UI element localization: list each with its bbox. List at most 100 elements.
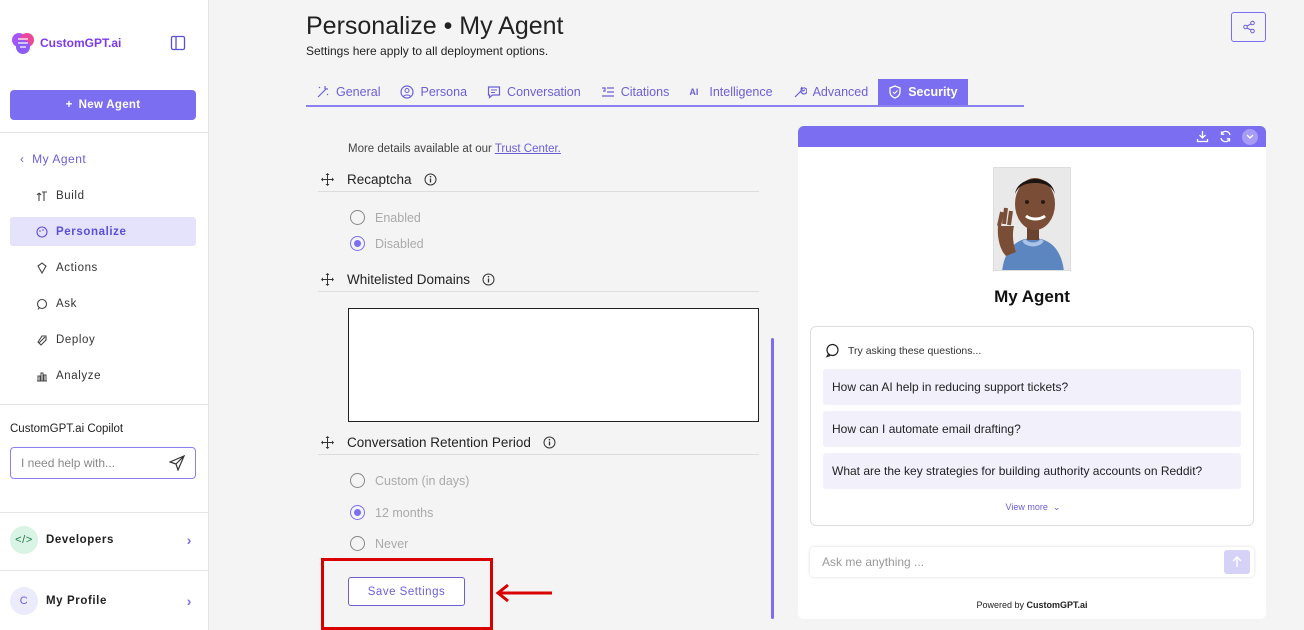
tab-advanced[interactable]: Advanced <box>783 79 879 105</box>
sidebar-item-ask[interactable]: Ask <box>10 289 196 318</box>
build-icon <box>36 190 47 201</box>
powered-by: Powered by CustomGPT.ai <box>798 600 1266 610</box>
send-icon[interactable] <box>169 455 185 471</box>
sidebar-item-analyze[interactable]: Analyze <box>10 361 196 390</box>
copilot-title: CustomGPT.ai Copilot <box>10 423 124 435</box>
sidebar-item-build[interactable]: Build <box>10 181 196 210</box>
resize-handle[interactable] <box>771 338 774 619</box>
radio-button[interactable] <box>350 536 365 551</box>
chevron-down-icon: ⌄ <box>1050 502 1061 512</box>
brain-logo-icon <box>12 33 34 54</box>
page-subtitle: Settings here apply to all deployment op… <box>306 44 549 58</box>
drag-handle-icon[interactable] <box>320 435 335 450</box>
section-title: Conversation Retention Period <box>347 435 531 450</box>
refresh-icon[interactable] <box>1219 130 1232 143</box>
info-icon[interactable] <box>482 273 495 286</box>
drag-handle-icon[interactable] <box>320 272 335 287</box>
whitelisted-domains-textarea[interactable] <box>348 308 759 422</box>
retention-option-12-months[interactable]: 12 months <box>350 505 433 520</box>
copilot-input[interactable]: I need help with... <box>10 447 196 479</box>
drag-handle-icon[interactable] <box>320 172 335 187</box>
sidebar-item-label: Analyze <box>56 369 102 382</box>
sidebar-item-actions[interactable]: Actions <box>10 253 196 282</box>
tab-label: Citations <box>620 85 670 99</box>
new-agent-label: New Agent <box>78 99 141 111</box>
suggested-question[interactable]: What are the key strategies for building… <box>823 453 1241 489</box>
share-button[interactable] <box>1231 12 1266 42</box>
tab-security[interactable]: Security <box>878 79 968 105</box>
chart-icon <box>37 372 47 381</box>
suggested-questions: Try asking these questions... How can AI… <box>810 326 1254 526</box>
radio-button-selected[interactable] <box>350 236 365 251</box>
user-circle-icon <box>400 85 415 99</box>
ai-icon: AI <box>689 87 699 97</box>
radio-button[interactable] <box>350 210 365 225</box>
rocket-icon <box>37 334 47 346</box>
wrench-icon <box>794 86 807 98</box>
quote-icon <box>601 87 614 97</box>
chat-preview: My Agent Try asking these questions... H… <box>798 126 1266 619</box>
tab-persona[interactable]: Persona <box>390 79 477 105</box>
powered-prefix: Powered by <box>976 600 1027 610</box>
sidebar: CustomGPT.ai + New Agent ‹ My Agent Buil… <box>0 0 209 630</box>
retention-section-header: Conversation Retention Period <box>318 431 759 455</box>
sidebar-collapse-icon[interactable] <box>170 35 186 51</box>
section-title: Whitelisted Domains <box>347 272 471 287</box>
profile-label: My Profile <box>46 595 107 607</box>
tab-intelligence[interactable]: AI Intelligence <box>679 79 782 105</box>
message-icon <box>487 86 501 99</box>
wand-icon <box>317 86 329 98</box>
info-icon[interactable] <box>424 173 437 186</box>
recaptcha-option-disabled[interactable]: Disabled <box>350 236 424 251</box>
suggested-question[interactable]: How can AI help in reducing support tick… <box>823 369 1241 405</box>
download-icon[interactable] <box>1196 130 1209 143</box>
chevron-left-icon: ‹ <box>20 152 33 166</box>
tab-label: Advanced <box>812 85 869 99</box>
radio-button-selected[interactable] <box>350 505 365 520</box>
view-more-link[interactable]: View more ⌄ <box>811 502 1255 513</box>
powered-brand[interactable]: CustomGPT.ai <box>1027 600 1088 610</box>
arrow-left-icon <box>495 583 552 603</box>
avatar: C <box>10 587 38 615</box>
sidebar-item-deploy[interactable]: Deploy <box>10 325 196 354</box>
code-icon: </> <box>10 526 38 554</box>
brand-logo[interactable]: CustomGPT.ai <box>10 30 121 56</box>
chat-input-placeholder: Ask me anything ... <box>822 555 925 569</box>
tab-label: Intelligence <box>709 85 773 99</box>
tab-label: Security <box>908 85 958 99</box>
suggested-question[interactable]: How can I automate email drafting? <box>823 411 1241 447</box>
divider <box>0 132 208 133</box>
tab-conversation[interactable]: Conversation <box>477 79 591 105</box>
shield-icon <box>889 85 901 99</box>
chevron-down-icon[interactable] <box>1242 128 1258 145</box>
recaptcha-option-enabled[interactable]: Enabled <box>350 210 421 225</box>
retention-option-custom[interactable]: Custom (in days) <box>350 473 469 488</box>
actions-icon <box>37 261 47 274</box>
sidebar-item-label: Build <box>56 189 85 202</box>
chat-input[interactable]: Ask me anything ... <box>810 547 1254 577</box>
retention-option-never[interactable]: Never <box>350 536 408 551</box>
back-to-agent-link[interactable]: ‹ My Agent <box>20 152 86 166</box>
tab-citations[interactable]: Citations <box>591 79 680 105</box>
agent-avatar <box>993 167 1071 271</box>
chat-icon <box>36 298 48 310</box>
tab-label: Persona <box>420 85 468 99</box>
radio-button[interactable] <box>350 473 365 488</box>
arrow-up-icon <box>1232 556 1242 567</box>
page-title: Personalize • My Agent <box>306 12 564 40</box>
trust-center-link[interactable]: Trust Center. <box>495 143 561 155</box>
developers-label: Developers <box>46 534 115 546</box>
send-button[interactable] <box>1224 550 1250 574</box>
section-title: Recaptcha <box>347 172 412 187</box>
tab-label: Conversation <box>507 85 581 99</box>
sidebar-item-personalize[interactable]: Personalize <box>10 217 196 246</box>
developers-link[interactable]: </> Developers › <box>10 525 196 555</box>
preview-header <box>798 126 1266 147</box>
palette-icon <box>36 225 48 238</box>
my-profile-link[interactable]: C My Profile › <box>10 586 196 616</box>
info-icon[interactable] <box>543 436 556 449</box>
share-icon <box>1242 20 1255 34</box>
tab-general[interactable]: General <box>306 79 390 105</box>
new-agent-button[interactable]: + New Agent <box>10 90 196 120</box>
highlight-box <box>321 558 493 630</box>
